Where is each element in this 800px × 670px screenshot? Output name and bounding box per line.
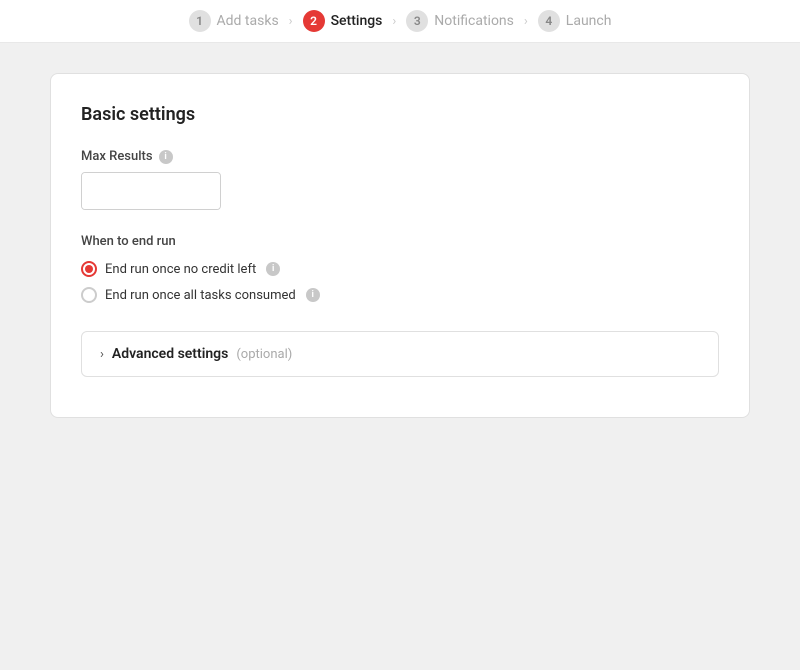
step-1[interactable]: 1 Add tasks [189, 10, 279, 32]
step-1-label: Add tasks [217, 13, 279, 29]
radio-dot-1 [85, 265, 93, 273]
advanced-settings-optional: (optional) [236, 347, 292, 362]
radio-custom-1 [81, 261, 97, 277]
advanced-settings-section[interactable]: › Advanced settings (optional) [81, 331, 719, 377]
radio-group: End run once no credit left i End run on… [81, 261, 719, 303]
radio-option-1[interactable]: End run once no credit left i [81, 261, 719, 277]
radio-2-info-icon[interactable]: i [306, 288, 320, 302]
step-2-label: Settings [331, 13, 383, 29]
basic-settings-card: Basic settings Max Results i + − When to… [50, 73, 750, 418]
step-3-number: 3 [406, 10, 428, 32]
radio-label-2: End run once all tasks consumed [105, 288, 296, 303]
max-results-label-row: Max Results i [81, 149, 719, 164]
max-results-info-icon[interactable]: i [159, 150, 173, 164]
card-title: Basic settings [81, 104, 719, 125]
advanced-settings-label: Advanced settings [112, 346, 228, 362]
radio-label-1: End run once no credit left [105, 262, 256, 277]
chevron-icon-1: › [289, 14, 293, 29]
max-results-input[interactable] [82, 173, 221, 209]
max-results-label: Max Results [81, 149, 153, 164]
step-4[interactable]: 4 Launch [538, 10, 612, 32]
step-4-label: Launch [566, 13, 612, 29]
step-3-label: Notifications [434, 13, 514, 29]
radio-option-2[interactable]: End run once all tasks consumed i [81, 287, 719, 303]
content-area: Basic settings Max Results i + − When to… [0, 43, 800, 448]
chevron-icon-3: › [524, 14, 528, 29]
step-2[interactable]: 2 Settings [303, 10, 383, 32]
stepper: 1 Add tasks › 2 Settings › 3 Notificatio… [0, 0, 800, 43]
step-1-number: 1 [189, 10, 211, 32]
step-3[interactable]: 3 Notifications [406, 10, 514, 32]
step-2-number: 2 [303, 10, 325, 32]
radio-custom-2 [81, 287, 97, 303]
advanced-settings-chevron-icon: › [100, 347, 104, 362]
when-to-end-label: When to end run [81, 234, 719, 249]
radio-1-info-icon[interactable]: i [266, 262, 280, 276]
max-results-input-wrapper: + − [81, 172, 221, 210]
step-4-number: 4 [538, 10, 560, 32]
chevron-icon-2: › [392, 14, 396, 29]
